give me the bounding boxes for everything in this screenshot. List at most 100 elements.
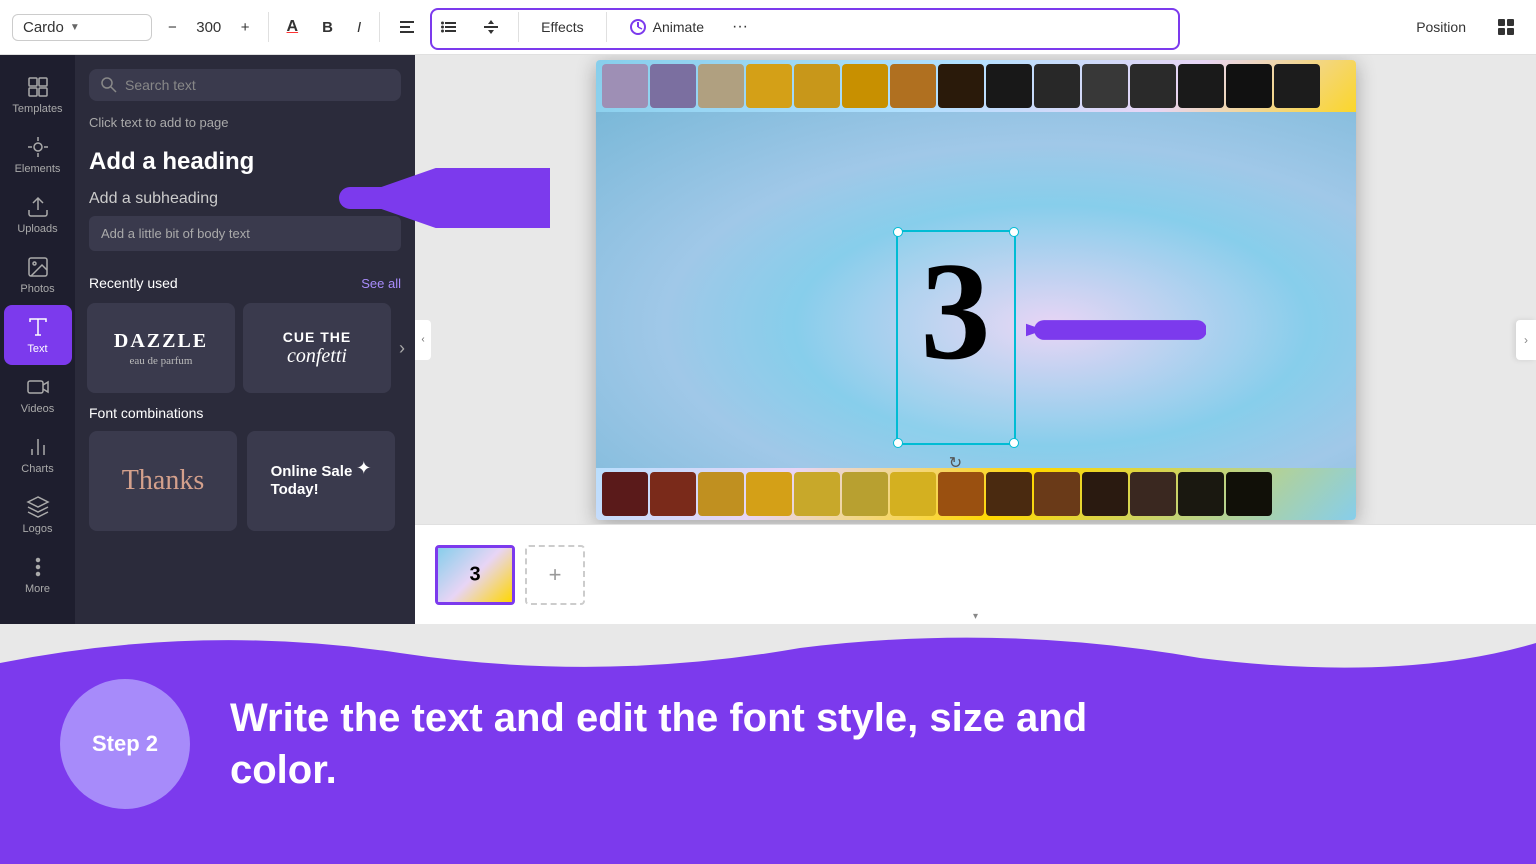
list-button[interactable] [432,13,466,41]
recently-used-title: Recently used [89,275,178,291]
font-card-confetti[interactable]: CUE THE confetti [243,303,391,393]
step-circle: Step 2 [60,679,190,809]
sidebar-item-templates[interactable]: Templates [4,65,72,125]
more-options-button[interactable]: ··· [724,13,756,41]
divider-2 [379,12,380,42]
canvas-background: 3 ↻ [596,60,1356,520]
film-swatch [746,472,792,516]
align-icon [398,18,416,36]
canvas-number-text: 3 [898,232,1014,382]
video-icon [26,375,50,399]
panel-collapse-handle[interactable]: ‹ [415,320,431,360]
add-slide-button[interactable]: + [525,545,585,605]
filmstrip-top [596,60,1356,112]
sidebar-text-label: Text [27,343,47,355]
step-label: Step 2 [92,731,158,757]
film-swatch [1130,64,1176,108]
logos-icon [26,495,50,519]
chart-icon [26,435,50,459]
toolbar-right: Position [1406,12,1524,42]
main-area: Templates Elements Uploads Photos Text V… [0,55,1536,624]
sidebar-item-charts[interactable]: Charts [4,425,72,485]
film-swatch [986,472,1032,516]
film-swatch [1178,472,1224,516]
film-swatch [890,64,936,108]
font-card-dazzle[interactable]: DAZZLE eau de parfum [87,303,235,393]
canvas-text-element[interactable]: 3 ↻ [896,230,1016,445]
slide-1-thumbnail[interactable]: 3 [435,545,515,605]
align-button[interactable] [390,13,424,41]
text-panel: Click text to add to page Add a heading … [75,55,415,624]
sidebar-videos-label: Videos [21,403,54,415]
spacing-button[interactable] [474,13,508,41]
film-swatch [890,472,936,516]
film-swatch [1178,64,1224,108]
canvas-wrapper: 3 ↻ [415,55,1536,524]
sidebar-item-uploads[interactable]: Uploads [4,185,72,245]
handle-bottomleft[interactable] [893,438,903,448]
position-button[interactable]: Position [1406,14,1476,40]
sidebar-item-elements[interactable]: Elements [4,125,72,185]
effects-button[interactable]: Effects [529,14,596,40]
grid-options-button[interactable] [1488,12,1524,42]
sidebar-logos-label: Logos [23,523,53,535]
text-icon [26,315,50,339]
italic-button[interactable]: I [349,14,369,41]
font-combo-cards: Thanks Online Sale Today! ✦ [89,431,401,531]
right-panel-handle[interactable]: › [1516,320,1536,360]
photos-icon [26,255,50,279]
sidebar-item-logos[interactable]: Logos [4,485,72,545]
film-swatch [842,472,888,516]
upload-icon [26,195,50,219]
combo-card-1[interactable]: Thanks [89,431,237,531]
recently-used-list: DAZZLE eau de parfum CUE THE confetti › [75,299,415,397]
sidebar-item-more[interactable]: More [4,545,72,605]
sidebar-item-photos[interactable]: Photos [4,245,72,305]
font-selector[interactable]: Cardo ▼ [12,14,152,41]
film-swatch [938,64,984,108]
font-size-value[interactable]: 300 [189,19,229,36]
film-swatch [938,472,984,516]
film-swatch [698,472,744,516]
slide-thumb-number: 3 [469,563,480,586]
divider-1 [268,12,269,42]
search-icon [101,77,117,93]
collapse-bottom-handle[interactable]: ▾ [965,609,986,624]
combo-card-2[interactable]: Online Sale Today! ✦ [247,431,395,531]
list-icon [440,18,458,36]
more-icon [26,555,50,579]
film-swatch [650,472,696,516]
arrow-svg [330,168,550,228]
font-card-dazzle-text: DAZZLE eau de parfum [114,328,208,368]
canvas-purple-arrow [1026,300,1206,365]
canvas-frame[interactable]: 3 ↻ [596,60,1356,520]
top-toolbar: Cardo ▼ − 300 + A B I Effects Animate ··… [0,0,1536,55]
handle-topright[interactable] [1009,227,1019,237]
handle-bottomright[interactable] [1009,438,1019,448]
divider-4 [606,12,607,42]
film-swatch [746,64,792,108]
handle-topleft[interactable] [893,227,903,237]
animate-button[interactable]: Animate [617,13,716,41]
font-size-decrease-button[interactable]: − [160,14,185,41]
sidebar-item-text[interactable]: Text [4,305,72,365]
font-size-increase-button[interactable]: + [233,14,258,41]
sidebar-item-videos[interactable]: Videos [4,365,72,425]
filmstrip-bottom [596,468,1356,520]
font-combos-section: Font combinations Thanks Online Sale Tod… [75,397,415,539]
film-swatch [1226,472,1272,516]
search-input[interactable] [125,77,389,93]
search-bar[interactable] [89,69,401,101]
templates-icon [26,75,50,99]
film-swatch [698,64,744,108]
font-combos-title: Font combinations [89,405,401,421]
text-color-button[interactable]: A [279,13,307,41]
animate-icon [629,18,647,36]
bold-button[interactable]: B [314,14,341,41]
carousel-next-button[interactable]: › [395,334,409,363]
bottom-description: Write the text and edit the font style, … [230,692,1130,796]
sidebar-uploads-label: Uploads [17,223,57,235]
see-all-button[interactable]: See all [361,276,401,291]
canvas-area: ‹ [415,55,1536,624]
sidebar-elements-label: Elements [15,163,61,175]
